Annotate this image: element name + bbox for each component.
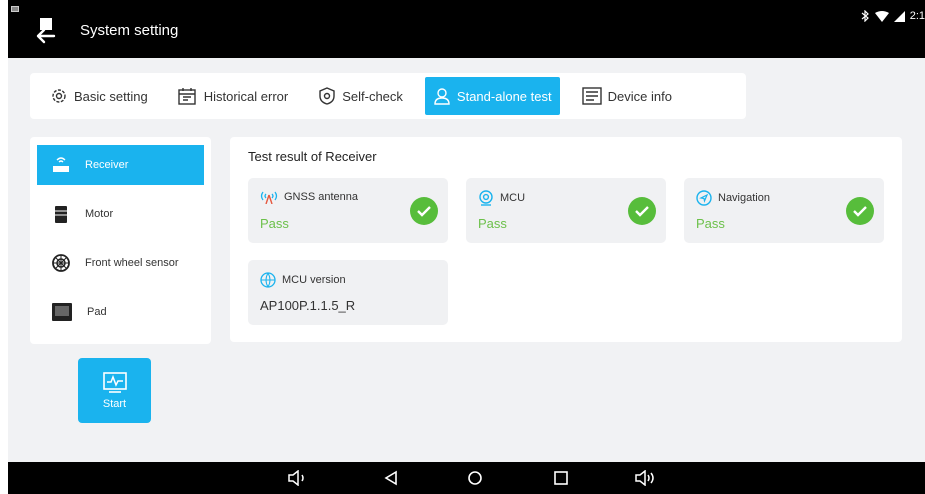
notification-icon: [11, 6, 19, 12]
sidebar-item-pad[interactable]: Pad: [37, 292, 204, 332]
card-label: GNSS antenna: [260, 190, 358, 204]
navigation-icon: [696, 190, 712, 206]
status-area: 2:1: [861, 10, 925, 22]
tab-label: Self-check: [342, 88, 403, 104]
start-label: Start: [102, 397, 127, 410]
pad-icon: [52, 303, 72, 321]
card-value: Pass: [478, 216, 507, 231]
page-title: System setting: [80, 22, 179, 39]
result-card-navigation: Navigation Pass: [684, 178, 884, 243]
tab-device-info[interactable]: Device info: [574, 77, 680, 115]
back-icon[interactable]: [379, 466, 403, 490]
check-icon: [846, 197, 874, 225]
wheel-sensor-icon: [52, 254, 70, 272]
result-card-mcu-version: MCU version AP100P.1.1.5_R: [248, 260, 448, 325]
tab-label: Device info: [607, 88, 672, 104]
card-label: MCU version: [260, 272, 346, 288]
mcu-icon: [479, 190, 493, 206]
card-label-text: Navigation: [718, 192, 770, 204]
sidebar-item-front-wheel-sensor[interactable]: Front wheel sensor: [37, 243, 204, 283]
tab-label: Basic setting: [74, 88, 148, 104]
result-card-mcu: MCU Pass: [466, 178, 666, 243]
card-value: Pass: [260, 216, 289, 231]
document-icon: [581, 87, 602, 105]
motor-icon: [55, 206, 67, 223]
antenna-icon: [260, 191, 278, 204]
back-arrow-icon[interactable]: [32, 14, 62, 44]
recents-icon[interactable]: [549, 466, 573, 490]
volume-down-icon[interactable]: [286, 466, 310, 490]
sidebar-item-label: Pad: [87, 306, 107, 318]
check-icon: [628, 197, 656, 225]
content-area: Basic setting Historical error Self-chec…: [8, 58, 925, 462]
result-title: Test result of Receiver: [248, 149, 377, 164]
signal-icon: [893, 10, 905, 22]
tab-basic-setting[interactable]: Basic setting: [42, 77, 156, 115]
title-bar: System setting 2:1: [8, 0, 925, 58]
card-label-text: MCU version: [282, 274, 346, 286]
receiver-icon: [53, 157, 69, 172]
volume-up-icon[interactable]: [634, 466, 658, 490]
calendar-icon: [178, 88, 196, 105]
wifi-icon: [874, 10, 889, 22]
card-value: Pass: [696, 216, 725, 231]
test-result-panel: Test result of Receiver GNSS antenna Pas…: [230, 137, 902, 342]
card-label: Navigation: [696, 190, 770, 206]
navigation-bar: [8, 462, 925, 494]
gear-icon: [52, 89, 66, 103]
shield-icon: [319, 87, 335, 105]
sidebar-item-receiver[interactable]: Receiver: [37, 145, 204, 185]
tab-stand-alone-test[interactable]: Stand-alone test: [424, 77, 560, 115]
check-icon: [410, 197, 438, 225]
tab-bar: Basic setting Historical error Self-chec…: [30, 73, 746, 119]
sidebar-item-label: Motor: [85, 208, 114, 220]
tab-self-check[interactable]: Self-check: [310, 77, 411, 115]
home-icon[interactable]: [463, 466, 487, 490]
sidebar-item-label: Front wheel sensor: [85, 257, 179, 269]
card-label: MCU: [478, 190, 525, 206]
bluetooth-icon: [861, 10, 869, 22]
tab-historical-error[interactable]: Historical error: [170, 77, 297, 115]
tab-label: Stand-alone test: [456, 88, 552, 104]
device-sidebar: Receiver Motor Front wheel sensor Pad: [30, 137, 211, 344]
tab-label: Historical error: [203, 88, 289, 104]
result-card-gnss-antenna: GNSS antenna Pass: [248, 178, 448, 243]
sidebar-item-label: Receiver: [85, 159, 129, 171]
globe-icon: [260, 272, 276, 288]
person-icon: [434, 88, 450, 105]
sidebar-item-motor[interactable]: Motor: [37, 194, 204, 234]
card-label-text: GNSS antenna: [284, 191, 358, 203]
card-label-text: MCU: [500, 192, 526, 204]
clock: 2:1: [909, 10, 925, 22]
start-button[interactable]: Start: [78, 358, 151, 423]
monitor-pulse-icon: [102, 371, 127, 393]
card-value: AP100P.1.1.5_R: [260, 298, 356, 313]
